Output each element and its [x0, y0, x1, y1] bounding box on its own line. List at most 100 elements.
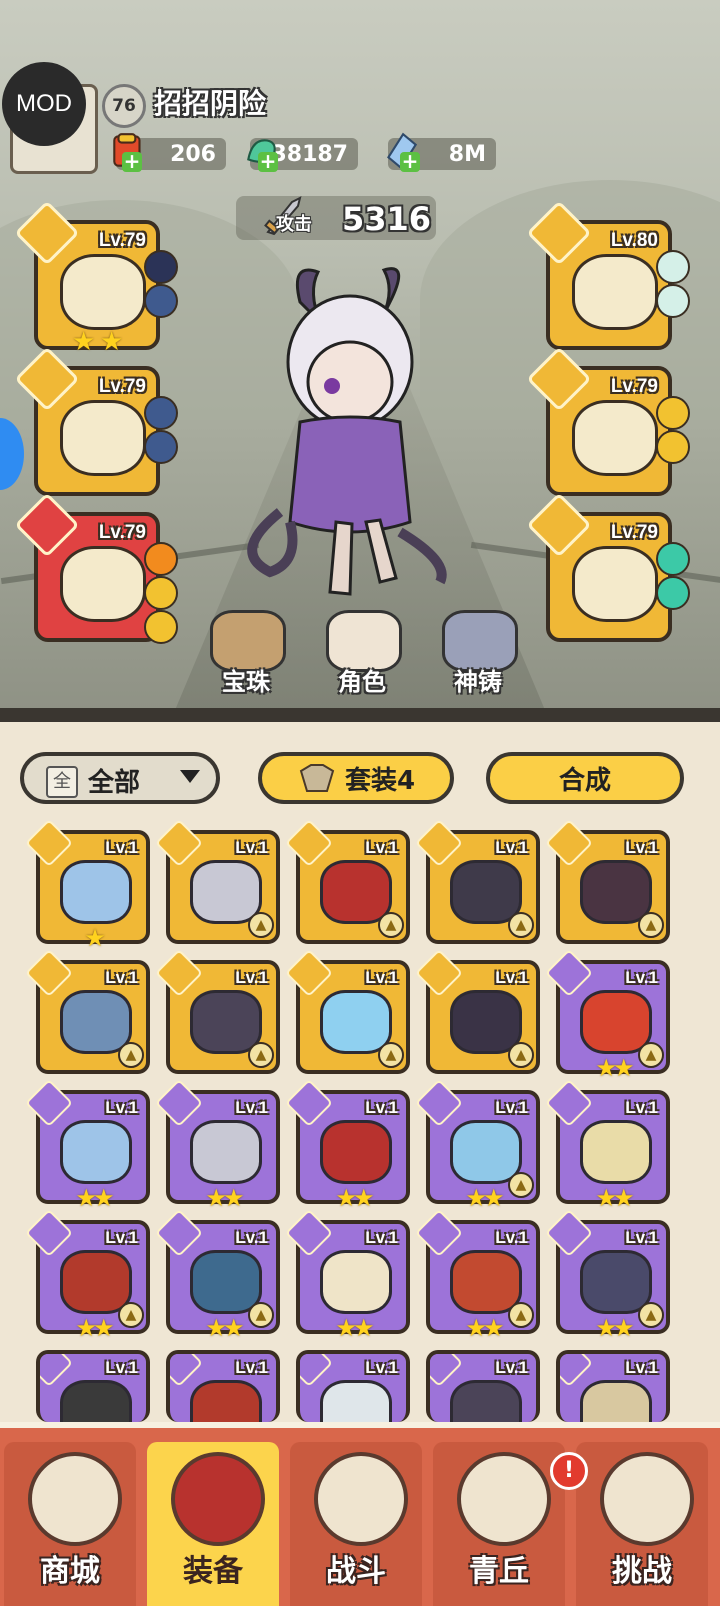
- equipment-item-icon: [190, 1120, 262, 1184]
- socket-gem-icon: [656, 576, 690, 610]
- item-type-icon: [414, 1208, 464, 1258]
- item-type-icon: [154, 818, 204, 868]
- inventory-item[interactable]: Lv.1 ▲: [154, 818, 280, 944]
- socket-gem-icon: [656, 430, 690, 464]
- nav-tab-2[interactable]: 战斗: [290, 1442, 422, 1606]
- hub-button-0[interactable]: 宝珠: [196, 606, 296, 696]
- item-star-rating: ★★: [205, 1184, 244, 1212]
- hub-button-2[interactable]: 神铸: [428, 606, 528, 696]
- nav-tab-3[interactable]: 青丘: [433, 1442, 565, 1606]
- socket-gem-icon: [144, 284, 178, 318]
- equipped-weapon-slot[interactable]: Lv.79 ★ ★: [14, 200, 160, 355]
- player-level-badge: 76: [102, 84, 146, 128]
- inventory-item[interactable]: Lv.1: [36, 1350, 150, 1422]
- item-type-icon: [284, 1078, 334, 1128]
- nav-tab-4[interactable]: 挑战: [576, 1442, 708, 1606]
- resource-ticket[interactable]: + 206: [113, 133, 226, 172]
- inventory-item[interactable]: Lv.1 ▲ ★★: [414, 1208, 540, 1340]
- inventory-item[interactable]: Lv.1 ▲: [24, 948, 150, 1074]
- socket-gem-icon: [656, 396, 690, 430]
- nav-tab-0[interactable]: 商城: [4, 1442, 136, 1606]
- item-star-rating: ★★: [335, 1314, 374, 1342]
- inventory-item[interactable]: Lv.1: [296, 1350, 410, 1422]
- resource-jade[interactable]: + 38187: [247, 138, 358, 172]
- item-type-icon: [414, 818, 464, 868]
- equipment-item-icon: [60, 1380, 132, 1422]
- caret-down-icon: [180, 770, 200, 783]
- equipment-item-icon: [190, 990, 262, 1054]
- equipped-necklace-slot[interactable]: Lv.79: [526, 492, 672, 642]
- item-type-icon: [560, 1354, 594, 1388]
- inventory-item[interactable]: Lv.1 ▲: [284, 948, 410, 1074]
- item-level: Lv.1: [495, 1098, 528, 1117]
- inventory-item[interactable]: Lv.1: [426, 1350, 540, 1422]
- inventory-item[interactable]: Lv.1 ▲ ★★: [24, 1208, 150, 1340]
- socket-gem-icon: [656, 284, 690, 318]
- inventory-item[interactable]: Lv.1 ▲: [414, 948, 540, 1074]
- inventory-item[interactable]: Lv.1 ▲: [414, 818, 540, 944]
- inventory-item[interactable]: Lv.1 ▲: [154, 948, 280, 1074]
- craft-button[interactable]: 合成: [486, 752, 684, 804]
- item-level: Lv.1: [105, 1098, 138, 1117]
- item-star-rating: ★★: [465, 1314, 504, 1342]
- upgrade-arrow-icon: ▲: [508, 1042, 534, 1068]
- item-level: Lv.1: [365, 968, 398, 987]
- equipment-item-icon: [450, 1380, 522, 1422]
- inventory-item[interactable]: Lv.1 ★★: [284, 1078, 410, 1210]
- equipment-item-icon: [320, 1120, 392, 1184]
- inventory-item[interactable]: Lv.1 ▲ ★★: [544, 1208, 670, 1340]
- item-star-rating: ★★: [335, 1184, 374, 1212]
- inventory-item[interactable]: Lv.1 ▲ ★★: [154, 1208, 280, 1340]
- equipment-item-icon: [450, 860, 522, 924]
- inventory-item[interactable]: Lv.1 ★★: [284, 1208, 410, 1340]
- weapon-item-icon: [60, 254, 146, 330]
- character-sprite[interactable]: [240, 262, 470, 622]
- equipped-belt-slot[interactable]: Lv.80: [526, 200, 672, 350]
- shop-pavilion-icon: [28, 1452, 122, 1546]
- hub-button-1[interactable]: 角色: [312, 606, 412, 696]
- inventory-item[interactable]: Lv.1 ▲: [284, 818, 410, 944]
- resource-crystal[interactable]: + 8M: [387, 132, 496, 172]
- item-level: Lv.1: [235, 968, 268, 987]
- item-level: Lv.1: [105, 968, 138, 987]
- item-star-rating: ★★: [465, 1184, 504, 1212]
- socket-gem-icon: [144, 610, 178, 644]
- slot-level: Lv.79: [610, 522, 658, 543]
- inventory-item[interactable]: Lv.1 ★★: [544, 1078, 670, 1210]
- legs-item-icon: [572, 400, 658, 476]
- set-bonus-button[interactable]: 套装4: [258, 752, 454, 804]
- filter-all-label: 全部: [88, 768, 141, 798]
- equipment-item-icon: [190, 860, 262, 924]
- equipment-item-icon: [580, 860, 652, 924]
- hero-bottom-border: [0, 708, 720, 722]
- item-level: Lv.1: [105, 1228, 138, 1247]
- inventory-item[interactable]: Lv.1: [556, 1350, 670, 1422]
- equipped-boots-slot[interactable]: Lv.79: [14, 492, 160, 642]
- inventory-item[interactable]: Lv.1 ▲ ★★: [544, 948, 670, 1080]
- item-level: Lv.1: [495, 968, 528, 987]
- item-star-rating: ★★: [595, 1184, 634, 1212]
- equipped-legs-slot[interactable]: Lv.79: [526, 346, 672, 496]
- inventory-item[interactable]: Lv.1 ▲: [544, 818, 670, 944]
- hub-label: 神铸: [454, 668, 502, 696]
- nav-tab-1[interactable]: 装备: [147, 1442, 279, 1606]
- slot-level: Lv.79: [610, 376, 658, 397]
- filter-all-dropdown[interactable]: 全 全部: [20, 752, 220, 804]
- add-jade-button[interactable]: +: [258, 151, 278, 172]
- mod-badge[interactable]: MOD: [2, 62, 86, 146]
- nav-label: 挑战: [612, 1554, 672, 1589]
- inventory-item[interactable]: Lv.1 ★: [24, 818, 150, 950]
- socket-gem-icon: [144, 430, 178, 464]
- add-ticket-button[interactable]: +: [122, 151, 142, 172]
- inventory-item[interactable]: Lv.1: [166, 1350, 280, 1422]
- item-level: Lv.1: [105, 1358, 138, 1377]
- attack-value: 5316: [342, 200, 432, 238]
- upgrade-arrow-icon: ▲: [508, 912, 534, 938]
- mountain-icon: [457, 1452, 551, 1546]
- add-crystal-button[interactable]: +: [400, 151, 420, 172]
- inventory-item[interactable]: Lv.1 ★★: [154, 1078, 280, 1210]
- inventory-item[interactable]: Lv.1 ★★: [24, 1078, 150, 1210]
- equipped-helmet-slot[interactable]: Lv.79: [14, 346, 160, 496]
- equipment-item-icon: [60, 1120, 132, 1184]
- inventory-item[interactable]: Lv.1 ▲ ★★: [414, 1078, 540, 1210]
